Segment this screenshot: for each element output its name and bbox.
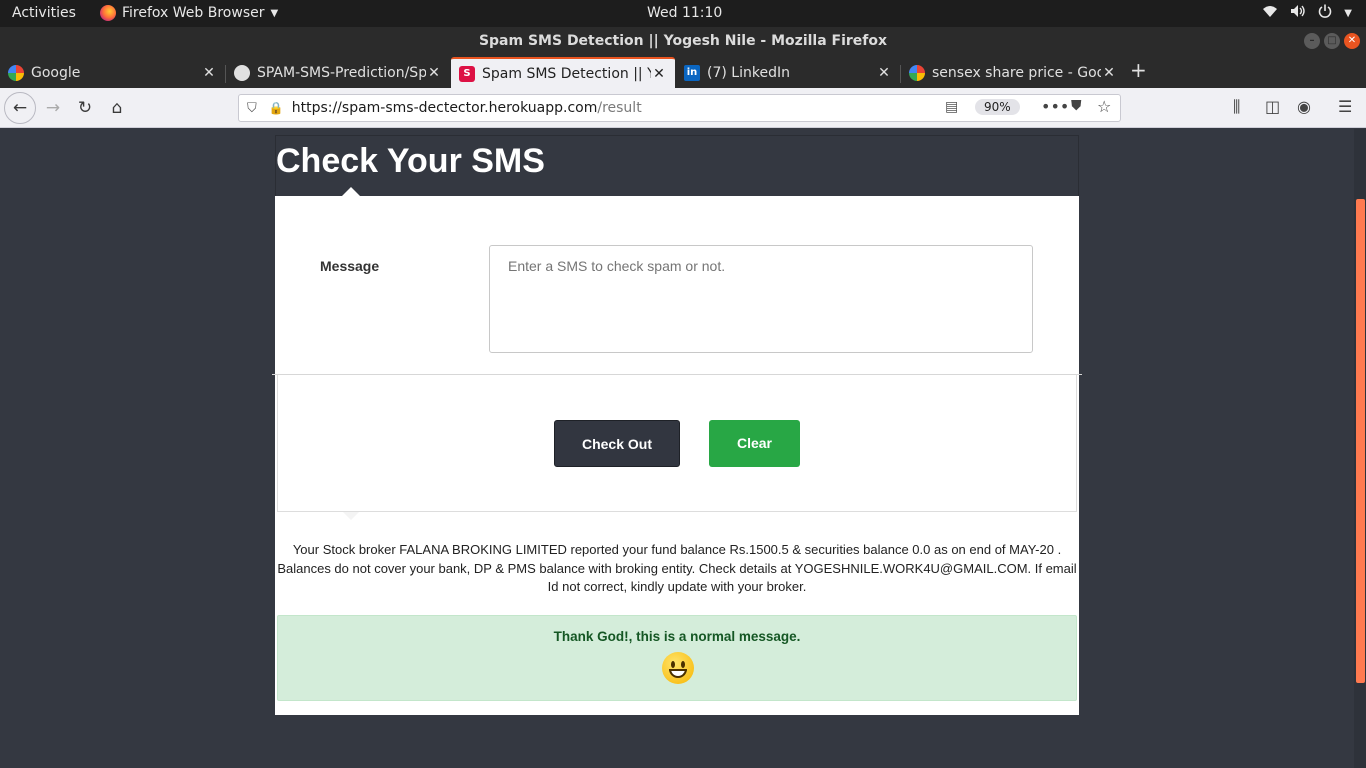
clear-button[interactable]: Clear	[709, 420, 800, 467]
google-icon	[909, 64, 925, 81]
tab-label: (7) LinkedIn	[707, 64, 790, 81]
reload-icon[interactable]: ↻	[73, 96, 97, 120]
pocket-icon[interactable]: ⛊	[1071, 98, 1082, 114]
account-icon[interactable]: ◉	[1297, 97, 1311, 116]
check-out-button[interactable]: Check Out	[554, 420, 680, 467]
forward-icon[interactable]: →	[41, 96, 65, 120]
library-icon[interactable]: ⫼	[1233, 97, 1240, 117]
clock[interactable]: Wed 11:10	[647, 5, 722, 21]
tab-strip: Google ✕ SPAM-SMS-Prediction/Sp ✕ S Spam…	[0, 55, 1366, 88]
tab-sensex[interactable]: sensex share price - Goo ✕	[901, 57, 1125, 88]
url-text[interactable]: https://spam-sms-dectector.herokuapp.com…	[292, 100, 642, 116]
tab-label: Spam SMS Detection || Yo	[482, 65, 651, 82]
tab-label: sensex share price - Goo	[932, 64, 1101, 81]
system-tray[interactable]: ▼	[1262, 4, 1352, 22]
page-actions-icon[interactable]: •••	[1041, 97, 1069, 116]
volume-icon	[1290, 4, 1306, 22]
bookmark-star-icon[interactable]: ☆	[1097, 97, 1111, 116]
linkedin-icon: in	[684, 64, 700, 81]
sms-check-card: Message Check Out Clear Your Stock broke…	[272, 187, 1082, 715]
wifi-icon	[1262, 4, 1278, 22]
google-icon	[8, 64, 24, 81]
lock-icon[interactable]: 🔒	[269, 101, 284, 115]
emoji-eye	[671, 661, 675, 668]
tab-google[interactable]: Google ✕	[0, 57, 225, 88]
reader-view-icon[interactable]: ▤	[945, 99, 958, 115]
activities-button[interactable]: Activities	[12, 5, 76, 21]
minimize-icon[interactable]: –	[1304, 33, 1320, 49]
section-pointer	[343, 512, 359, 520]
tab-spam-sms-detection[interactable]: S Spam SMS Detection || Yo ✕	[451, 57, 675, 88]
close-icon[interactable]: ✕	[201, 65, 217, 81]
close-icon[interactable]: ✕	[1101, 65, 1117, 81]
close-window-icon[interactable]: ✕	[1344, 33, 1360, 49]
window-title: Spam SMS Detection || Yogesh Nile - Mozi…	[478, 33, 888, 49]
maximize-icon[interactable]: □	[1324, 33, 1340, 49]
new-tab-icon[interactable]: +	[1130, 58, 1147, 82]
window-controls: – □ ✕	[1304, 33, 1360, 49]
emoji-mouth	[669, 669, 687, 678]
page-title: Check Your SMS	[276, 142, 545, 180]
navigation-toolbar: ← → ↻ ⌂ ⛉ 🔒 https://spam-sms-dectector.h…	[0, 88, 1366, 128]
app-menu[interactable]: Firefox Web Browser ▼	[100, 5, 278, 21]
message-input[interactable]	[489, 245, 1033, 353]
app-menu-label: Firefox Web Browser	[122, 5, 265, 21]
scrollbar[interactable]	[1354, 129, 1366, 768]
chevron-down-icon: ▼	[1344, 7, 1352, 19]
message-label: Message	[320, 258, 380, 274]
close-icon[interactable]: ✕	[651, 66, 667, 82]
grinning-face-icon	[662, 652, 694, 684]
spam-site-icon: S	[459, 65, 475, 82]
tab-label: Google	[31, 64, 81, 81]
tracking-protection-icon[interactable]: ⛉	[247, 101, 257, 116]
zoom-level[interactable]: 90%	[975, 99, 1020, 115]
github-icon	[234, 64, 250, 81]
url-host: https://spam-sms-dectector.herokuapp.com	[291, 100, 598, 116]
url-path: /result	[597, 100, 642, 116]
chevron-down-icon: ▼	[270, 7, 279, 19]
firefox-icon	[100, 5, 116, 21]
close-icon[interactable]: ✕	[876, 65, 892, 81]
close-icon[interactable]: ✕	[426, 65, 442, 81]
result-alert: Thank God!, this is a normal message.	[277, 615, 1077, 701]
address-bar[interactable]: ⛉ 🔒 https://spam-sms-dectector.herokuapp…	[238, 94, 1121, 122]
system-top-bar: Activities Firefox Web Browser ▼ Wed 11:…	[0, 0, 1366, 27]
home-icon[interactable]: ⌂	[105, 96, 129, 120]
page-heading-area: Check Your SMS	[275, 135, 1079, 196]
tab-github[interactable]: SPAM-SMS-Prediction/Sp ✕	[226, 57, 450, 88]
tab-linkedin[interactable]: in (7) LinkedIn ✕	[676, 57, 900, 88]
emoji-eye	[681, 661, 685, 668]
hamburger-menu-icon[interactable]: ☰	[1338, 97, 1352, 116]
card-pointer	[342, 187, 360, 196]
window-titlebar: Spam SMS Detection || Yogesh Nile - Mozi…	[0, 27, 1366, 55]
page-content: Check Your SMS Message Check Out Clear Y…	[0, 129, 1366, 768]
tab-label: SPAM-SMS-Prediction/Sp	[257, 64, 426, 81]
sidebar-icon[interactable]: ◫	[1265, 97, 1280, 116]
power-icon	[1318, 4, 1332, 22]
result-message: Thank God!, this is a normal message.	[553, 629, 801, 644]
submitted-sms-text: Your Stock broker FALANA BROKING LIMITED…	[277, 542, 1077, 594]
scrollbar-thumb[interactable]	[1356, 199, 1365, 683]
back-icon[interactable]: ←	[4, 92, 36, 124]
